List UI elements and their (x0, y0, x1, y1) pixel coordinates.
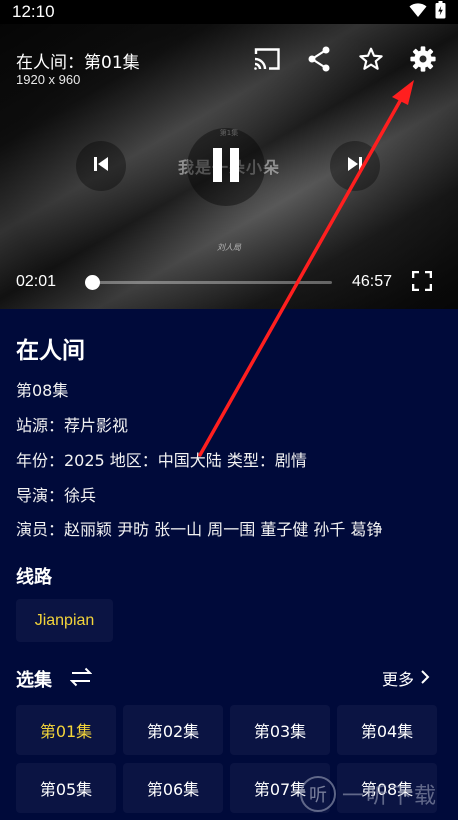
cast-button[interactable] (250, 44, 284, 78)
watermark-text: 一听下载 (342, 784, 439, 809)
fullscreen-button[interactable] (410, 270, 434, 295)
previous-button[interactable] (76, 141, 126, 191)
wifi-icon (409, 2, 427, 22)
favorite-button[interactable] (354, 44, 388, 78)
next-button[interactable] (330, 141, 380, 191)
cast-info: 演员：赵丽颖 尹昉 张一山 周一围 董子健 孙千 葛铮 (16, 520, 383, 539)
seek-bar-thumb[interactable] (85, 275, 100, 290)
total-time: 46:57 (352, 273, 393, 290)
episode-button[interactable]: 第06集 (123, 763, 223, 813)
video-frame-signature: 刘人局 (217, 243, 241, 252)
watermark-logo: 听 (300, 776, 336, 812)
episodes-title: 选集 (16, 670, 52, 691)
settings-button[interactable] (406, 44, 440, 78)
pause-icon (210, 147, 242, 187)
more-episodes-link[interactable]: 更多 (382, 666, 430, 690)
sort-toggle-button[interactable] (69, 666, 93, 688)
episode-button[interactable]: 第05集 (16, 763, 116, 813)
share-button[interactable] (302, 44, 336, 78)
seek-bar[interactable] (85, 275, 332, 290)
player-episode-title: 在人间：第01集 (16, 53, 140, 73)
battery-icon (435, 1, 446, 23)
current-time: 02:01 (16, 273, 57, 290)
more-label: 更多 (382, 670, 415, 689)
source-info: 站源：荐片影视 (16, 416, 129, 435)
episode-button[interactable]: 第04集 (337, 705, 437, 755)
share-icon (306, 45, 332, 77)
skip-previous-icon (91, 154, 111, 178)
status-time: 12:10 (12, 2, 55, 21)
episode-button[interactable]: 第02集 (123, 705, 223, 755)
director-info: 导演：徐兵 (16, 486, 97, 505)
episode-button[interactable]: 第01集 (16, 705, 116, 755)
status-icons (409, 1, 446, 23)
status-bar: 12:10 (0, 0, 458, 24)
cast-icon (252, 46, 282, 76)
settings-icon (409, 45, 437, 77)
routes-title: 线路 (16, 567, 52, 588)
pause-button[interactable] (187, 128, 265, 206)
star-icon (358, 46, 384, 76)
watermark: 听 一听下载 (300, 776, 438, 812)
current-episode: 第08集 (16, 381, 69, 400)
video-player[interactable]: 第1集 我是一朵小朵 刘人局 在人间：第01集 1920 x 960 02:01… (0, 24, 458, 309)
swap-icon (69, 667, 93, 692)
show-title: 在人间 (16, 338, 85, 364)
chevron-right-icon (420, 669, 430, 688)
fullscreen-icon (411, 270, 433, 295)
skip-next-icon (345, 154, 365, 178)
meta-info: 年份：2025 地区：中国大陆 类型：剧情 (16, 451, 307, 470)
route-chip[interactable]: Jianpian (16, 599, 113, 642)
episode-button[interactable]: 第03集 (230, 705, 330, 755)
player-resolution: 1920 x 960 (16, 72, 81, 87)
